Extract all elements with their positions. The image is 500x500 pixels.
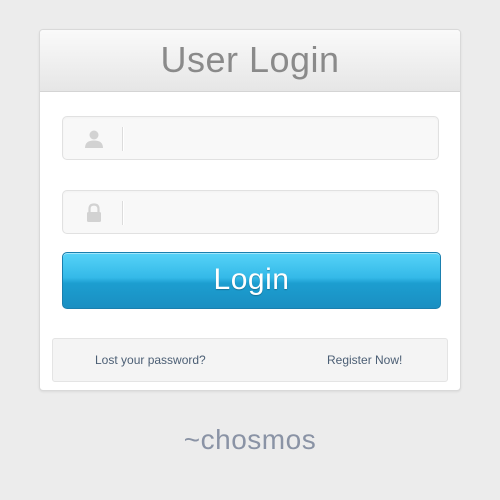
panel-title: User Login	[160, 38, 340, 80]
password-input[interactable]	[131, 197, 427, 227]
panel-footer: Lost your password? Register Now!	[52, 338, 448, 382]
field-divider	[122, 127, 123, 151]
field-divider	[122, 201, 123, 225]
lock-icon	[83, 202, 105, 224]
password-field[interactable]	[62, 190, 439, 234]
register-link[interactable]: Register Now!	[327, 353, 402, 367]
login-button-label: Login	[213, 262, 290, 296]
username-input[interactable]	[131, 123, 427, 153]
author-signature: ~chosmos	[183, 424, 317, 455]
login-panel: User Login Login Lost your password? Reg…	[39, 29, 461, 391]
user-icon	[83, 128, 105, 150]
lost-password-link[interactable]: Lost your password?	[95, 353, 206, 367]
panel-header: User Login	[40, 30, 460, 92]
username-field[interactable]	[62, 116, 439, 160]
login-button[interactable]: Login	[62, 252, 441, 309]
